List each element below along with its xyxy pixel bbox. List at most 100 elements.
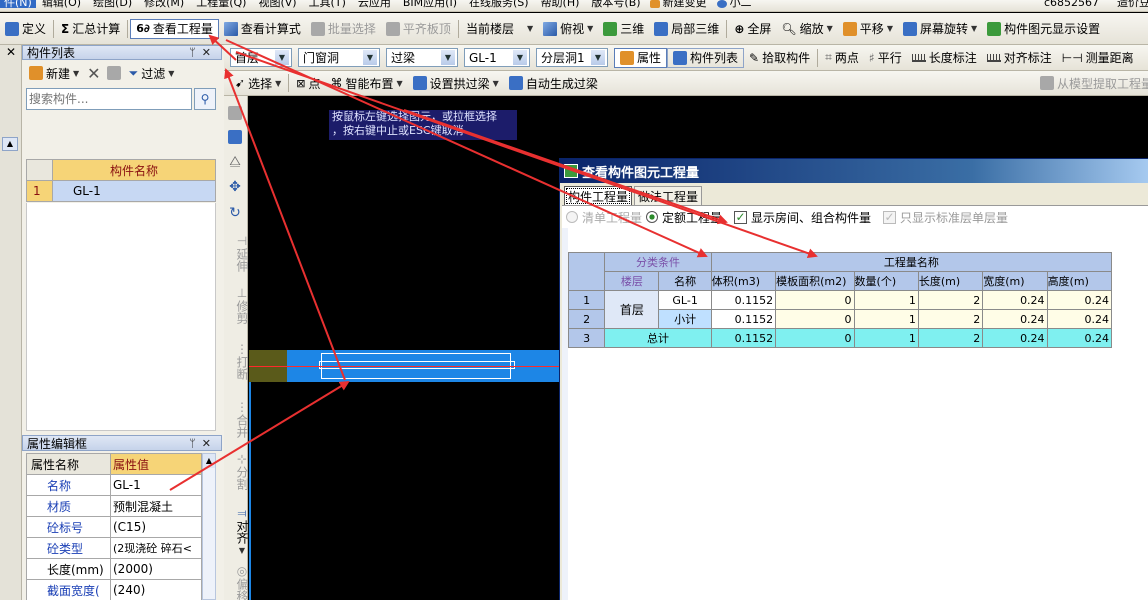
flush-slab-button[interactable]: 平齐板顶 [381,19,456,39]
table-row[interactable]: 砼类型 (2现浇砼 碎石< [26,537,202,559]
column-header-count[interactable]: 数量(个) [853,271,919,291]
menu-tools[interactable]: 工具(T) [303,0,352,8]
tab-component-quantity[interactable]: 构件工程量 [564,186,633,206]
element-select[interactable]: GL-1 ▼ [464,48,530,67]
element-list-button[interactable]: 构件列表 [667,47,745,68]
component-name-cell[interactable]: GL-1 [52,180,216,202]
column-header-name[interactable]: 构件名称 [52,159,216,181]
view-quantity-button[interactable]: 6∂ 查看工程量 [130,18,219,39]
menu-view[interactable]: 视图(V) [252,0,302,8]
menu-quantity[interactable]: 工程量(Q) [190,0,252,8]
table-row[interactable]: 1 GL-1 [26,180,216,202]
close-icon[interactable]: ✕ [202,46,217,59]
brush-icon[interactable] [228,106,242,120]
search-input[interactable] [26,88,192,110]
new-component-button[interactable]: 新建 ▼ [24,63,84,83]
table-row[interactable]: 1 首层 GL-1 0.1152 0 1 2 0.24 0.24 [567,290,1113,329]
table-row[interactable]: 名称 GL-1 [26,474,202,496]
tab-method-quantity[interactable]: 做法工程量 [634,186,703,206]
property-value[interactable]: (C15) [110,516,202,538]
column-header-formwork[interactable]: 模板面积(m2) [775,271,855,291]
menu-help[interactable]: 帮助(H) [535,0,586,8]
column-header-volume[interactable]: 体积(m3) [710,271,777,291]
menu-edit[interactable]: 辑辑(O) [36,0,87,8]
table-row[interactable]: 3 总计 0.1152 0 1 2 0.24 0.24 [567,328,1113,348]
auto-gen-button[interactable]: 自动生成过梁 [504,73,603,93]
category-select[interactable]: 门窗洞 ▼ [298,48,380,67]
scroll-up-icon[interactable]: ▲ [2,137,18,151]
list-qty-radio[interactable] [566,211,578,223]
menu-modify[interactable]: 修改(M) [138,0,190,8]
select-button[interactable]: ➹ 选择 ▼ [230,73,286,93]
current-floor-button[interactable]: 当前楼层 ▼ [461,19,538,39]
pan-button[interactable]: 平移 ▼ [838,19,898,39]
column-header-name[interactable]: 名称 [658,271,712,291]
copy-tool-icon[interactable] [228,130,242,144]
measure-button[interactable]: ⊢⊣ 测量距离 [1057,48,1139,68]
smart-layout-button[interactable]: ⌘ 智能布置 ▼ [325,73,407,93]
quota-qty-radio[interactable] [646,211,659,223]
property-scrollbar[interactable]: ▲ [202,453,216,600]
menu-version[interactable]: 版本号(B) [585,0,646,8]
close-icon[interactable]: ✕ [6,45,16,59]
align-dim-button[interactable]: 对齐标注 [982,48,1057,68]
close-icon[interactable]: ✕ [202,437,217,450]
pin-icon[interactable]: ᛘ [189,46,202,59]
menu-online[interactable]: 在线服务(S) [463,0,535,8]
menu-bim[interactable]: BIM应用(I) [397,0,463,8]
user-short-name[interactable]: 小二 [730,0,752,8]
length-dim-button[interactable]: 长度标注 [907,48,982,68]
show-rooms-checkbox[interactable]: ✓ [734,210,748,224]
menu-file[interactable]: 件(N) [0,0,36,8]
table-row[interactable]: 长度(mm) (2000) [26,558,202,580]
column-header-height[interactable]: 高度(m) [1046,271,1113,291]
define-button[interactable]: 定义 [0,19,51,39]
column-header-length[interactable]: 长度(m) [917,271,984,291]
floor-select[interactable]: 首层 ▼ [230,48,292,67]
new-change-link[interactable]: 新建变更 [663,0,707,8]
properties-button[interactable]: 属性 [614,47,668,68]
extract-from-model-button[interactable]: 从模型提取工程量 [1035,73,1148,93]
menu-draw[interactable]: 绘图(D) [87,0,138,8]
new-icon [29,66,43,80]
local-3d-button[interactable]: 局部三维 [649,19,724,39]
batch-select-button[interactable]: 批量选择 [306,19,381,39]
rotate-button[interactable]: 屏幕旋转 ▼ [898,19,982,39]
search-icon[interactable]: ⚲ [194,88,216,110]
three-d-button[interactable]: 三维 [598,19,649,39]
two-points-button[interactable]: ⌗ 两点 [820,48,864,68]
summary-button[interactable]: Σ 汇总计算 [56,19,125,39]
property-value[interactable]: GL-1 [110,474,202,496]
point-button[interactable]: ⊠ 点 [291,73,325,93]
account-name[interactable]: c6852567 [1044,0,1099,8]
move-icon[interactable]: ✥ [229,179,241,195]
column-header-width[interactable]: 宽度(m) [982,271,1048,291]
rotate-tool-icon[interactable]: ↻ [229,205,241,221]
menu-cloud[interactable]: 云应用 [352,0,397,8]
delete-button[interactable]: ✕ [84,63,103,83]
property-value[interactable]: (2000) [110,558,202,580]
mirror-icon[interactable]: ⧋ [229,154,241,169]
property-value[interactable]: 预制混凝土 [110,495,202,517]
filter-button[interactable]: ⏷ 过滤 ▼ [124,63,180,83]
property-value[interactable]: (2现浇砼 碎石< [110,537,202,559]
scroll-up-icon[interactable]: ▲ [203,454,215,468]
copy-button[interactable] [104,63,124,83]
parallel-button[interactable]: ♯ 平行 [864,48,907,68]
standard-only-checkbox[interactable]: ✓ [883,210,897,224]
layer-select[interactable]: 分层洞1 ▼ [536,48,608,67]
table-row[interactable]: 截面宽度((240) [26,579,202,600]
fullscreen-button[interactable]: ⊕ 全屏 [729,19,776,39]
table-row[interactable]: 材质 预制混凝土 [26,495,202,517]
table-row[interactable]: 砼标号 (C15) [26,516,202,538]
view-formula-button[interactable]: 查看计算式 [219,19,306,39]
property-value[interactable]: (240) [110,579,202,600]
column-header-floor[interactable]: 楼层 [604,271,660,291]
zoom-button[interactable]: 🔍︎ 缩放 ▼ [776,19,837,39]
top-view-button[interactable]: 俯视 ▼ [538,19,598,39]
type-select[interactable]: 过梁 ▼ [386,48,458,67]
element-display-button[interactable]: 构件图元显示设置 [982,19,1105,39]
pick-button[interactable]: ✎ 拾取构件 [744,48,815,68]
set-arch-button[interactable]: 设置拱过梁 ▼ [408,73,504,93]
pin-icon[interactable]: ᛘ [189,437,202,450]
